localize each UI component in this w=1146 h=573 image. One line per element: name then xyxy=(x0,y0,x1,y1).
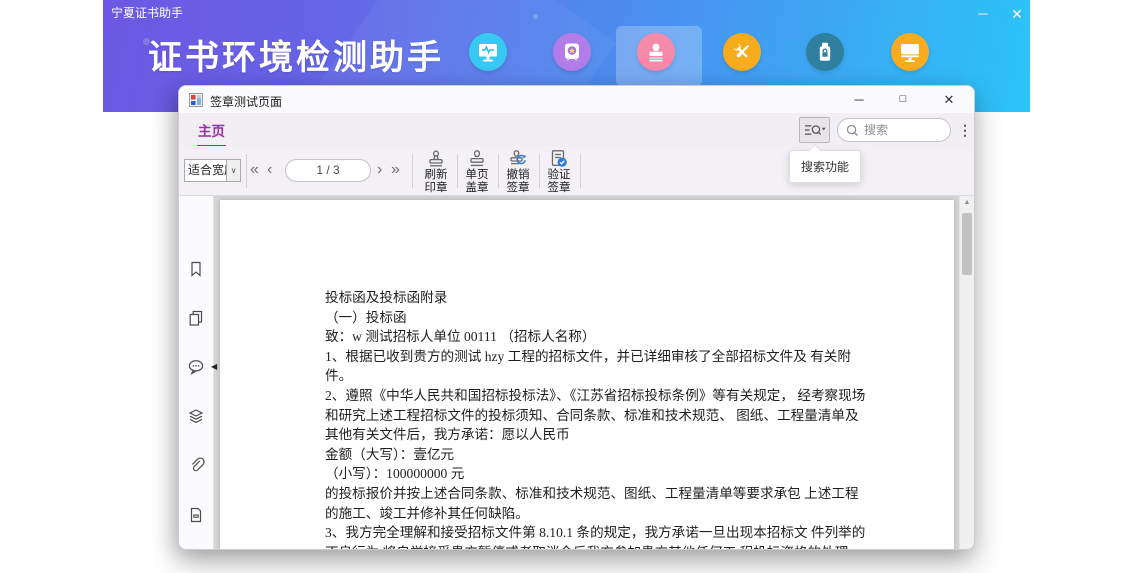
document-line: （一）投标函 xyxy=(325,308,860,328)
banner-decoration xyxy=(533,14,538,19)
document-line: 的施工、竣工并修补其任何缺陷。 xyxy=(325,504,860,524)
minimize-button[interactable]: ─ xyxy=(841,86,877,113)
document-line: 金额（大写）：壹亿元 xyxy=(325,445,860,465)
viewer-area: ◀ 投标函及投标函附录（一）投标函致：w 测试招标人单位 00111 （招标人名… xyxy=(179,196,974,550)
button-label: 撤销 xyxy=(498,169,538,182)
winform-app-icon xyxy=(189,93,203,107)
certificate-badge-icon[interactable] xyxy=(553,33,591,71)
button-label: 签章 xyxy=(498,182,538,195)
tab-row: 主页 ⋮ xyxy=(179,113,974,146)
document-line: 的投标报价并按上述合同条款、标准和技术规范、图纸、工程量清单等要求承包 上述工程 xyxy=(325,484,860,504)
single-page-stamp-button[interactable]: 单页 盖章 xyxy=(457,147,497,195)
zoom-fit-value: 适合宽度 xyxy=(185,160,226,181)
document-line: 2、遵照《中华人民共和国招标投标法》、《江苏省招标投标条例》等有关规定， 经考察… xyxy=(325,386,860,406)
prev-page-button[interactable]: ‹ xyxy=(267,157,272,183)
last-page-button[interactable]: » xyxy=(391,157,400,183)
close-button[interactable]: ✕ xyxy=(1005,4,1029,24)
usb-key-lock-icon[interactable] xyxy=(806,33,844,71)
search-filter-icon xyxy=(804,122,826,138)
button-label: 签章 xyxy=(539,182,579,195)
dialog-title: 签章测试页面 xyxy=(210,93,282,110)
search-icon xyxy=(846,124,859,137)
monitor-pulse-icon[interactable] xyxy=(469,33,507,71)
chevron-down-icon: ∨ xyxy=(226,160,240,181)
dialog-titlebar: 签章测试页面 ─ □ ✕ xyxy=(179,86,974,113)
toolbar-separator xyxy=(412,154,413,188)
document-line: （小写）：100000000 元 xyxy=(325,464,860,484)
desktop: 宁夏证书助手 ─ ✕ 证书环境检测助手 xyxy=(0,0,1146,573)
document-line: 投标函及投标函附录 xyxy=(325,288,860,308)
document-text: 投标函及投标函附录（一）投标函致：w 测试招标人单位 00111 （招标人名称）… xyxy=(325,288,860,550)
bookmark-icon[interactable] xyxy=(187,260,205,278)
verify-doc-icon xyxy=(548,149,570,169)
search-options-button[interactable] xyxy=(799,117,830,143)
pages-icon[interactable] xyxy=(187,309,205,327)
document-icon[interactable] xyxy=(187,506,205,524)
button-label: 印章 xyxy=(416,182,456,195)
close-button[interactable]: ✕ xyxy=(931,86,967,113)
scroll-up-arrow[interactable]: ▲ xyxy=(960,199,974,206)
search-tooltip: 搜索功能 xyxy=(789,150,861,183)
toolbar-separator xyxy=(246,154,247,188)
verify-signature-button[interactable]: 验证 签章 xyxy=(539,147,579,195)
zoom-fit-select[interactable]: 适合宽度 ∨ xyxy=(184,159,241,182)
next-page-button[interactable]: › xyxy=(377,157,382,183)
stamp-icon xyxy=(466,149,488,169)
side-panel xyxy=(179,196,214,550)
desktop-computer-icon[interactable] xyxy=(891,33,929,71)
search-box xyxy=(837,118,951,142)
document-line: 件。 xyxy=(325,366,860,386)
document-line: 其他有关文件后，我方承诺：愿以人民币 xyxy=(325,425,860,445)
repair-tools-icon[interactable] xyxy=(723,33,761,71)
panel-collapse-handle[interactable]: ◀ xyxy=(211,362,217,371)
more-menu-icon[interactable]: ⋮ xyxy=(958,118,972,142)
minimize-button[interactable]: ─ xyxy=(971,4,995,24)
document-line: 不良行为,将自觉接受贵方暂停或者取消今后我方参加贵方其他任何工 程投标资格的处理… xyxy=(325,543,860,550)
seal-stamp-icon[interactable] xyxy=(637,33,675,71)
stamp-outline-icon xyxy=(425,149,447,169)
document-line: 1、根据已收到贵方的测试 hzy 工程的招标文件，并已详细审核了全部招标文件及 … xyxy=(325,347,860,367)
stamp-undo-icon xyxy=(507,149,529,169)
vertical-scrollbar[interactable]: ▲ xyxy=(959,196,974,550)
tab-home[interactable]: 主页 xyxy=(197,120,226,147)
toolbar-separator xyxy=(580,154,581,188)
app-window-title: 宁夏证书助手 xyxy=(111,4,183,21)
refresh-stamp-button[interactable]: 刷新 印章 xyxy=(416,147,456,195)
document-line: 3、我方完全理解和接受招标文件第 8.10.1 条的规定，我方承诺一旦出现本招标… xyxy=(325,523,860,543)
document-page: 投标函及投标函附录（一）投标函致：w 测试招标人单位 00111 （招标人名称）… xyxy=(220,200,954,550)
button-label: 盖章 xyxy=(457,182,497,195)
banner-heading: 证书环境检测助手 xyxy=(148,30,444,79)
layers-icon[interactable] xyxy=(187,407,205,425)
maximize-button[interactable]: □ xyxy=(885,86,921,113)
document-line: 致：w 测试招标人单位 00111 （招标人名称） xyxy=(325,327,860,347)
button-label: 验证 xyxy=(539,169,579,182)
undo-signature-button[interactable]: 撤销 签章 xyxy=(498,147,538,195)
page-indicator[interactable]: 1 / 3 xyxy=(285,159,371,182)
signature-test-window: 签章测试页面 ─ □ ✕ 主页 xyxy=(178,85,975,550)
comment-icon[interactable] xyxy=(187,358,205,376)
search-input[interactable] xyxy=(864,123,934,137)
button-label: 刷新 xyxy=(416,169,456,182)
first-page-button[interactable]: « xyxy=(250,157,259,183)
document-line: 和研究上述工程招标文件的投标须知、合同条款、标准和技术规范、 图纸、工程量清单及 xyxy=(325,406,860,426)
button-label: 单页 xyxy=(457,169,497,182)
scrollbar-thumb[interactable] xyxy=(962,213,972,275)
attachment-icon[interactable] xyxy=(187,456,205,474)
